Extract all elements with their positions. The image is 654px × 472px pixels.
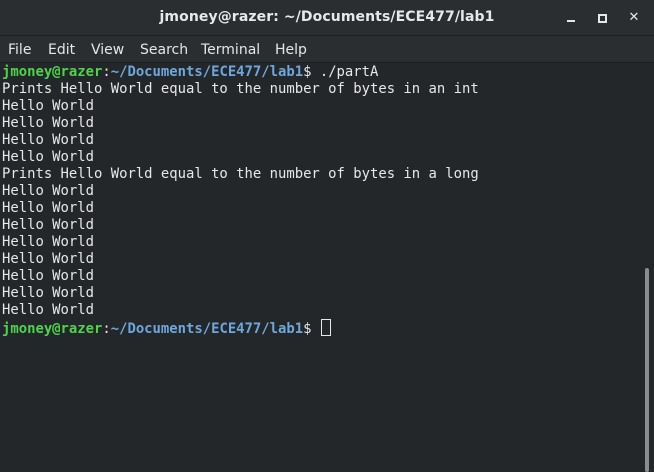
command-text: ./partA — [311, 64, 379, 80]
menu-file[interactable]: File — [8, 42, 31, 58]
output-line: Hello World — [2, 200, 94, 216]
menu-help[interactable]: Help — [275, 42, 307, 58]
prompt-user-host: jmoney@razer — [2, 64, 103, 80]
menu-search[interactable]: Search — [140, 42, 188, 58]
maximize-icon[interactable] — [592, 8, 612, 28]
title-bar[interactable]: jmoney@razer: ~/Documents/ECE477/lab1 ✕ — [0, 0, 654, 36]
output-line: Hello World — [2, 115, 94, 131]
prompt-path: ~/Documents/ECE477/lab1 — [110, 321, 304, 337]
menu-terminal[interactable]: Terminal — [201, 42, 260, 58]
window-title: jmoney@razer: ~/Documents/ECE477/lab1 — [159, 9, 495, 25]
prompt-dollar: $ — [303, 321, 312, 337]
prompt-line: jmoney@razer:~/Documents/ECE477/lab1$ ./… — [2, 64, 378, 81]
close-icon[interactable]: ✕ — [624, 8, 644, 28]
terminal-window: jmoney@razer: ~/Documents/ECE477/lab1 ✕ … — [0, 0, 654, 472]
prompt-line: jmoney@razer:~/Documents/ECE477/lab1$ — [2, 319, 331, 337]
menu-edit[interactable]: Edit — [48, 42, 75, 58]
text-cursor — [320, 319, 331, 336]
output-line: Hello World — [2, 98, 94, 114]
prompt-path: ~/Documents/ECE477/lab1 — [110, 64, 304, 80]
output-line: Prints Hello World equal to the number o… — [2, 81, 479, 97]
output-line: Hello World — [2, 302, 94, 318]
output-line: Hello World — [2, 234, 94, 250]
output-line: Hello World — [2, 251, 94, 267]
prompt-separator: : — [102, 64, 111, 80]
prompt-user-host: jmoney@razer — [2, 321, 103, 337]
prompt-separator: : — [102, 321, 111, 337]
menu-view[interactable]: View — [91, 42, 124, 58]
output-line: Prints Hello World equal to the number o… — [2, 166, 479, 182]
output-line: Hello World — [2, 217, 94, 233]
menu-bar: File Edit View Search Terminal Help — [0, 36, 654, 63]
output-line: Hello World — [2, 268, 94, 284]
output-line: Hello World — [2, 183, 94, 199]
output-line: Hello World — [2, 149, 94, 165]
scrollbar[interactable] — [644, 63, 654, 472]
output-line: Hello World — [2, 285, 94, 301]
terminal-area[interactable]: jmoney@razer:~/Documents/ECE477/lab1$ ./… — [0, 63, 644, 472]
output-line: Hello World — [2, 132, 94, 148]
scrollbar-thumb[interactable] — [645, 268, 649, 472]
minimize-icon[interactable] — [561, 8, 581, 28]
